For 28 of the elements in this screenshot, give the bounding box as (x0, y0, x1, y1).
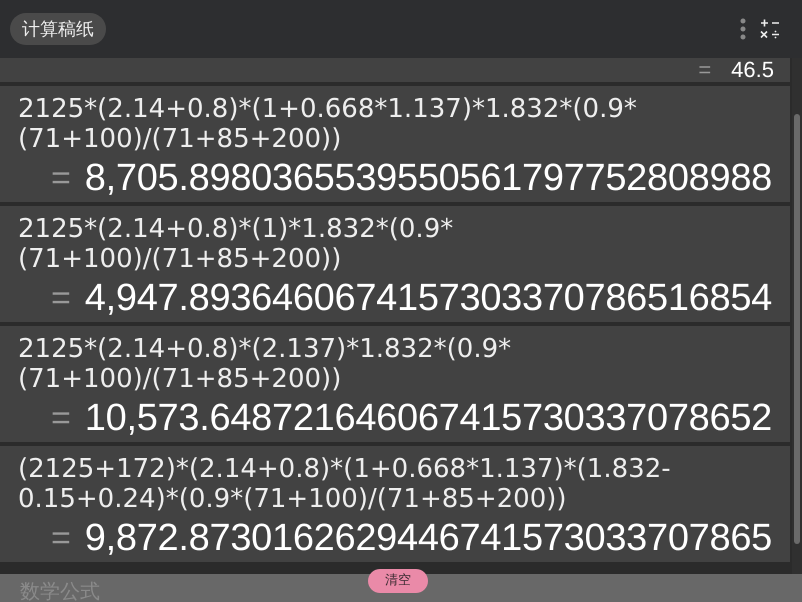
expression-line: (71+100)/(71+85+200)) (18, 364, 342, 394)
expression-line: (2125+172)*(2.14+0.8)*(1+0.668*1.137)*(1.832- (18, 454, 672, 484)
equals-sign: = (50, 278, 71, 318)
calculation-card[interactable]: (2125+172)*(2.14+0.8)*(1+0.668*1.137)*(1.832- 0.15+0.24)*(0.9*(71+100)/(71+85+200)) = 9,872.8730162629446741573033707865 (0, 446, 790, 562)
more-icon[interactable] (740, 18, 746, 40)
result-value: 10,573.648721646067415730337078652 (84, 396, 772, 440)
calculator-icon[interactable] (760, 19, 780, 39)
calculation-card[interactable]: = 46.5 (0, 58, 790, 82)
result-value: 46.5 (731, 58, 774, 82)
expression-line: (71+100)/(71+85+200)) (18, 124, 342, 154)
expression-line: 2125*(2.14+0.8)*(1)*1.832*(0.9* (18, 214, 454, 244)
calculation-card[interactable]: 2125*(2.14+0.8)*(1+0.668*1.137)*1.832*(0.9* (71+100)/(71+85+200)) = 8,705.8980365539550561797752808988 (0, 86, 790, 202)
calculation-card[interactable]: 2125*(2.14+0.8)*(2.137)*1.832*(0.9* (71+100)/(71+85+200)) = 10,573.648721646067415730337078652 (0, 326, 790, 442)
clear-button[interactable]: 清空 (368, 569, 428, 593)
result-value: 8,705.8980365539550561797752808988 (84, 156, 772, 200)
expression-line: (71+100)/(71+85+200)) (18, 244, 342, 274)
expression-line: 2125*(2.14+0.8)*(1+0.668*1.137)*1.832*(0.9* (18, 94, 638, 124)
expression-line: 2125*(2.14+0.8)*(2.137)*1.832*(0.9* (18, 334, 512, 364)
scrollbar[interactable] (792, 58, 802, 574)
calculation-card[interactable]: 2125*(2.14+0.8)*(1)*1.832*(0.9* (71+100)/(71+85+200)) = 4,947.8936460674157303370786516854 (0, 206, 790, 322)
expression-line: 0.15+0.24)*(0.9*(71+100)/(71+85+200)) (18, 484, 568, 514)
result-value: 4,947.8936460674157303370786516854 (84, 276, 772, 320)
equals-sign: = (50, 518, 71, 558)
result-value: 9,872.8730162629446741573033707865 (84, 516, 772, 560)
scratchpad-tab[interactable]: 计算稿纸 (10, 13, 106, 45)
equals-sign: = (50, 398, 71, 438)
equals-sign: = (50, 158, 71, 198)
equals-sign: = (698, 58, 712, 82)
